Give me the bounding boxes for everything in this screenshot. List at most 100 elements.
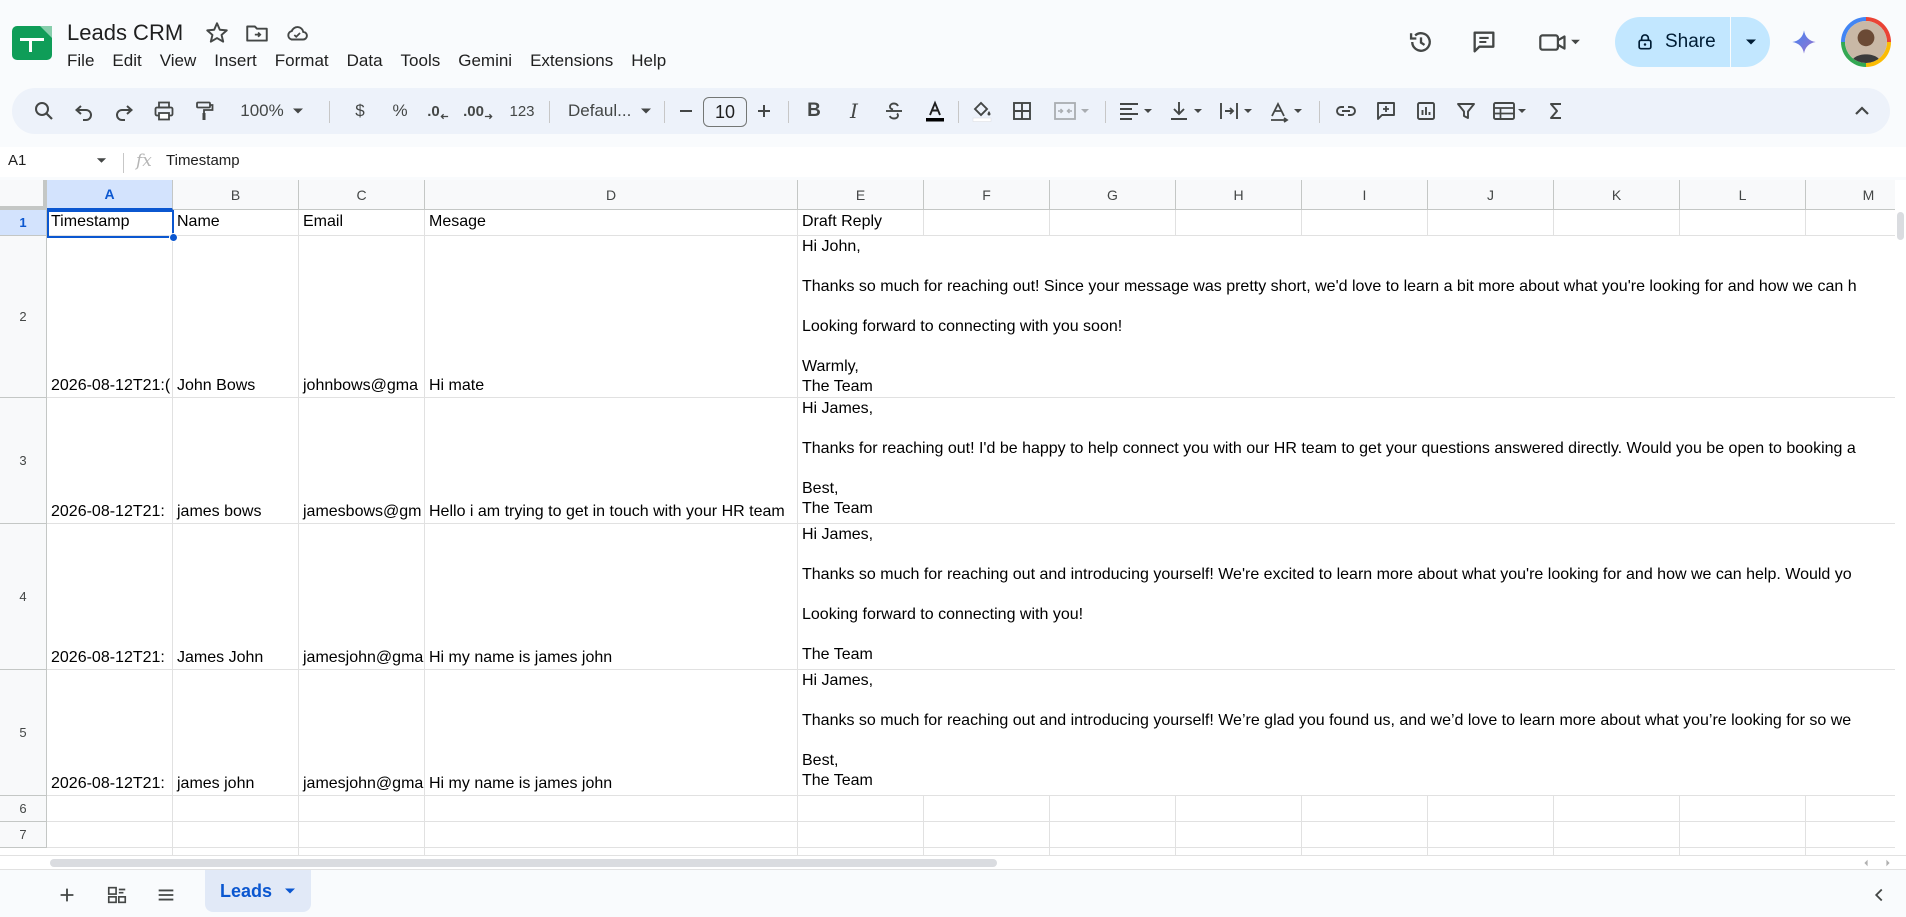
row-header-1[interactable]: 1 (0, 210, 47, 236)
column-header-b[interactable]: B (173, 180, 299, 210)
row-header-2[interactable]: 2 (0, 236, 47, 398)
row-header-6[interactable]: 6 (0, 796, 47, 822)
column-header-d[interactable]: D (425, 180, 798, 210)
empty-cell[interactable] (1680, 796, 1806, 822)
name-cell[interactable]: james john (173, 670, 299, 796)
column-header-h[interactable]: H (1176, 180, 1302, 210)
add-sheet-icon[interactable] (50, 878, 84, 912)
functions-sigma-icon[interactable] (1540, 88, 1572, 134)
email-cell[interactable]: jamesbows@gm (299, 398, 425, 524)
collapse-toolbar-icon[interactable] (1846, 88, 1878, 134)
timestamp-cell[interactable]: 2026-08-12T21:( (47, 236, 173, 398)
all-sheets-icon[interactable] (149, 878, 183, 912)
name-cell[interactable]: James John (173, 524, 299, 670)
italic-icon[interactable]: I (838, 88, 870, 134)
header-cell[interactable]: Draft Reply (798, 210, 924, 236)
empty-cell[interactable] (47, 848, 173, 855)
table-views-icon[interactable] (1486, 88, 1536, 134)
empty-cell[interactable] (47, 796, 173, 822)
header-cell[interactable]: Name (173, 210, 299, 236)
share-dropdown-icon[interactable] (1731, 17, 1770, 67)
strikethrough-icon[interactable] (878, 88, 910, 134)
timestamp-cell[interactable]: 2026-08-12T21: (47, 524, 173, 670)
search-menus-icon[interactable] (28, 88, 60, 134)
menu-file[interactable]: File (58, 50, 103, 72)
fill-handle[interactable] (169, 233, 178, 242)
empty-cell[interactable] (1806, 848, 1895, 855)
menu-view[interactable]: View (151, 50, 206, 72)
column-header-k[interactable]: K (1554, 180, 1680, 210)
menu-gemini[interactable]: Gemini (449, 50, 521, 72)
vertical-align-icon[interactable] (1162, 88, 1212, 134)
empty-cell[interactable] (798, 796, 924, 822)
column-header-l[interactable]: L (1680, 180, 1806, 210)
print-icon[interactable] (148, 88, 180, 134)
empty-cell[interactable] (1428, 822, 1554, 848)
empty-cell[interactable] (1554, 796, 1680, 822)
empty-cell[interactable] (1680, 822, 1806, 848)
empty-cell[interactable] (1050, 210, 1176, 236)
menu-data[interactable]: Data (338, 50, 392, 72)
cloud-saved-icon[interactable] (284, 20, 310, 51)
empty-cell[interactable] (1428, 210, 1554, 236)
empty-cell[interactable] (173, 822, 299, 848)
select-all-corner[interactable] (0, 180, 47, 210)
empty-cell[interactable] (798, 848, 924, 855)
empty-cell[interactable] (924, 210, 1050, 236)
empty-cell[interactable] (173, 848, 299, 855)
paint-format-icon[interactable] (188, 88, 220, 134)
avatar[interactable] (1841, 17, 1891, 67)
email-cell[interactable]: johnbows@gma (299, 236, 425, 398)
scroll-right-icon[interactable] (1884, 859, 1892, 867)
message-cell[interactable]: Hi my name is james john (425, 524, 798, 670)
empty-cell[interactable] (798, 822, 924, 848)
draft-reply-cell[interactable]: Hi James, Thanks so much for reaching ou… (798, 525, 1895, 669)
empty-cell[interactable] (299, 848, 425, 855)
empty-cell[interactable] (1176, 210, 1302, 236)
row-header-4[interactable]: 4 (0, 524, 47, 670)
empty-cell[interactable] (425, 822, 798, 848)
empty-cell[interactable] (924, 822, 1050, 848)
column-header-j[interactable]: J (1428, 180, 1554, 210)
name-cell[interactable]: james bows (173, 398, 299, 524)
header-cell[interactable]: Mesage (425, 210, 798, 236)
increase-font-size-icon[interactable] (750, 88, 778, 134)
borders-icon[interactable] (1006, 88, 1038, 134)
menu-tools[interactable]: Tools (392, 50, 450, 72)
text-wrapping-icon[interactable] (1212, 88, 1262, 134)
horizontal-align-icon[interactable] (1112, 88, 1162, 134)
empty-cell[interactable] (1176, 822, 1302, 848)
decrease-decimal-button[interactable]: .0 (420, 88, 456, 134)
column-header-m[interactable]: M (1806, 180, 1895, 210)
font-family-select[interactable]: Defaul... (560, 88, 660, 134)
share-main[interactable]: Share (1615, 17, 1730, 67)
scroll-left-icon[interactable] (1862, 859, 1870, 867)
fill-color-icon[interactable] (966, 88, 998, 134)
sheet-views-icon[interactable] (100, 878, 134, 912)
empty-cell[interactable] (1428, 796, 1554, 822)
insert-link-icon[interactable] (1330, 88, 1362, 134)
empty-cell[interactable] (924, 848, 1050, 855)
sheet-tab-leads[interactable]: Leads (205, 870, 311, 912)
vertical-scrollbar[interactable] (1895, 180, 1906, 855)
star-icon[interactable] (204, 20, 230, 51)
empty-cell[interactable] (924, 796, 1050, 822)
row-header-3[interactable]: 3 (0, 398, 47, 524)
column-header-a[interactable]: A (47, 180, 173, 210)
meet-video-icon[interactable] (1533, 26, 1585, 58)
share-button[interactable]: Share (1615, 17, 1770, 67)
draft-reply-cell[interactable]: Hi James, Thanks for reaching out! I'd b… (798, 399, 1895, 523)
empty-cell[interactable] (1554, 848, 1680, 855)
undo-icon[interactable] (68, 88, 100, 134)
version-history-icon[interactable] (1405, 26, 1437, 58)
email-cell[interactable]: jamesjohn@gma (299, 524, 425, 670)
text-rotation-icon[interactable] (1262, 88, 1312, 134)
bold-icon[interactable]: B (798, 88, 830, 134)
empty-cell[interactable] (1302, 822, 1428, 848)
more-formats-button[interactable]: 123 (502, 88, 542, 134)
column-header-g[interactable]: G (1050, 180, 1176, 210)
redo-icon[interactable] (108, 88, 140, 134)
column-header-f[interactable]: F (924, 180, 1050, 210)
percent-format-button[interactable]: % (382, 88, 418, 134)
empty-cell[interactable] (1050, 796, 1176, 822)
